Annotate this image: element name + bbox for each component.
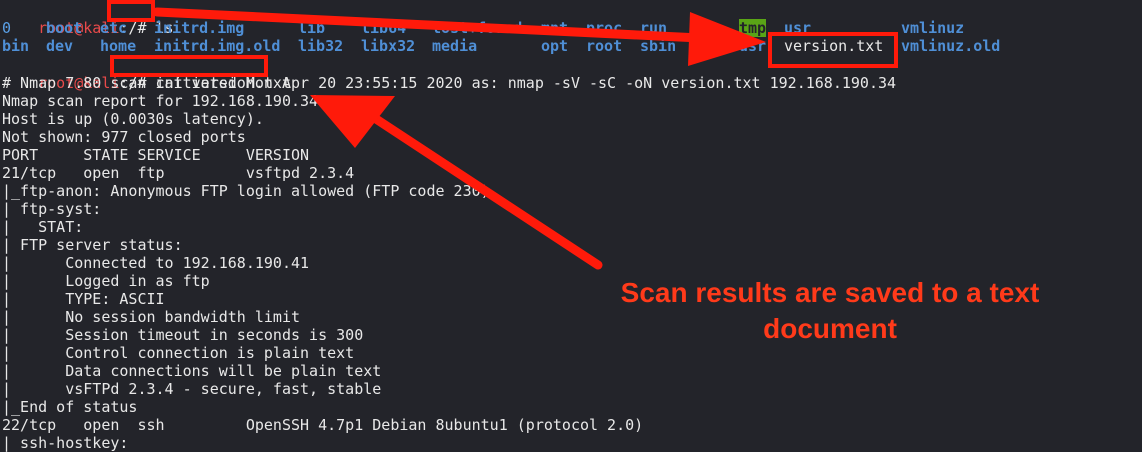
output-line: 21/tcp open ftp vsftpd 2.3.4: [2, 164, 355, 182]
output-line: | STAT:: [2, 218, 84, 236]
output-line: | ftp-syst:: [2, 200, 102, 218]
ls-dir-item: sys: [694, 37, 722, 55]
output-line: Not shown: 977 closed ports: [2, 128, 246, 146]
output-line: | Control connection is plain text: [2, 344, 355, 362]
ls-dir-item: initrd.img: [154, 19, 245, 37]
ls-dir-item: dev: [46, 37, 74, 55]
output-line: | TYPE: ASCII: [2, 290, 165, 308]
output-line: | FTP server status:: [2, 236, 183, 254]
output-line: | ssh-hostkey:: [2, 434, 129, 452]
output-line: | Session timeout in seconds is 300: [2, 326, 364, 344]
output-line: | vsFTPd 2.3.4 - secure, fast, stable: [2, 380, 382, 398]
ls-dir-item: media: [432, 37, 478, 55]
callout-text: Scan results are saved to a text documen…: [620, 277, 1040, 344]
highlight-box-cat-command: [110, 55, 268, 77]
ls-dir-item: usr: [739, 37, 767, 55]
output-line: |_End of status: [2, 398, 138, 416]
ls-dir-item: sbin: [640, 37, 677, 55]
ls-dir-item: libx32: [361, 37, 416, 55]
ls-dir-item: root: [586, 37, 623, 55]
ls-dir-item: mnt: [541, 19, 569, 37]
output-line: 22/tcp open ssh OpenSSH 4.7p1 Debian 8ub…: [2, 416, 644, 434]
ls-dir-item: opt: [541, 37, 569, 55]
ls-dir-item-tmp: tmp: [739, 19, 767, 37]
ls-dir-item: lib: [298, 19, 326, 37]
ls-dir-item: lib32: [298, 37, 344, 55]
output-line: | Connected to 192.168.190.41: [2, 254, 310, 272]
ls-dir-item: bin: [2, 37, 30, 55]
highlight-box-ls-command: [107, 0, 155, 22]
output-line: |_ftp-anon: Anonymous FTP login allowed …: [2, 182, 490, 200]
output-line: | Data connections will be plain text: [2, 362, 382, 380]
output-line: | No session bandwidth limit: [2, 308, 301, 326]
ls-dir-item: srv: [694, 19, 722, 37]
ls-dir-item: boot: [46, 19, 83, 37]
ls-dir-item: initrd.img.old: [154, 37, 281, 55]
ls-dir-item: home: [100, 37, 137, 55]
ls-dir-item: lib64: [361, 19, 407, 37]
ls-file-item: vmlinuz.old: [901, 37, 1001, 55]
output-line: | Logged in as ftp: [2, 272, 210, 290]
ls-item: 0: [2, 19, 12, 37]
ls-dir-item: proc: [586, 19, 623, 37]
output-line: PORT STATE SERVICE VERSION: [2, 146, 310, 164]
output-line: Nmap scan report for 192.168.190.34: [2, 92, 319, 110]
highlight-box-version-file: [768, 32, 898, 68]
output-line: Host is up (0.0030s latency).: [2, 110, 264, 128]
ls-dir-item: lost+found: [432, 19, 523, 37]
ls-dir-item: run: [640, 19, 668, 37]
ls-file-item: vmlinuz: [901, 19, 965, 37]
